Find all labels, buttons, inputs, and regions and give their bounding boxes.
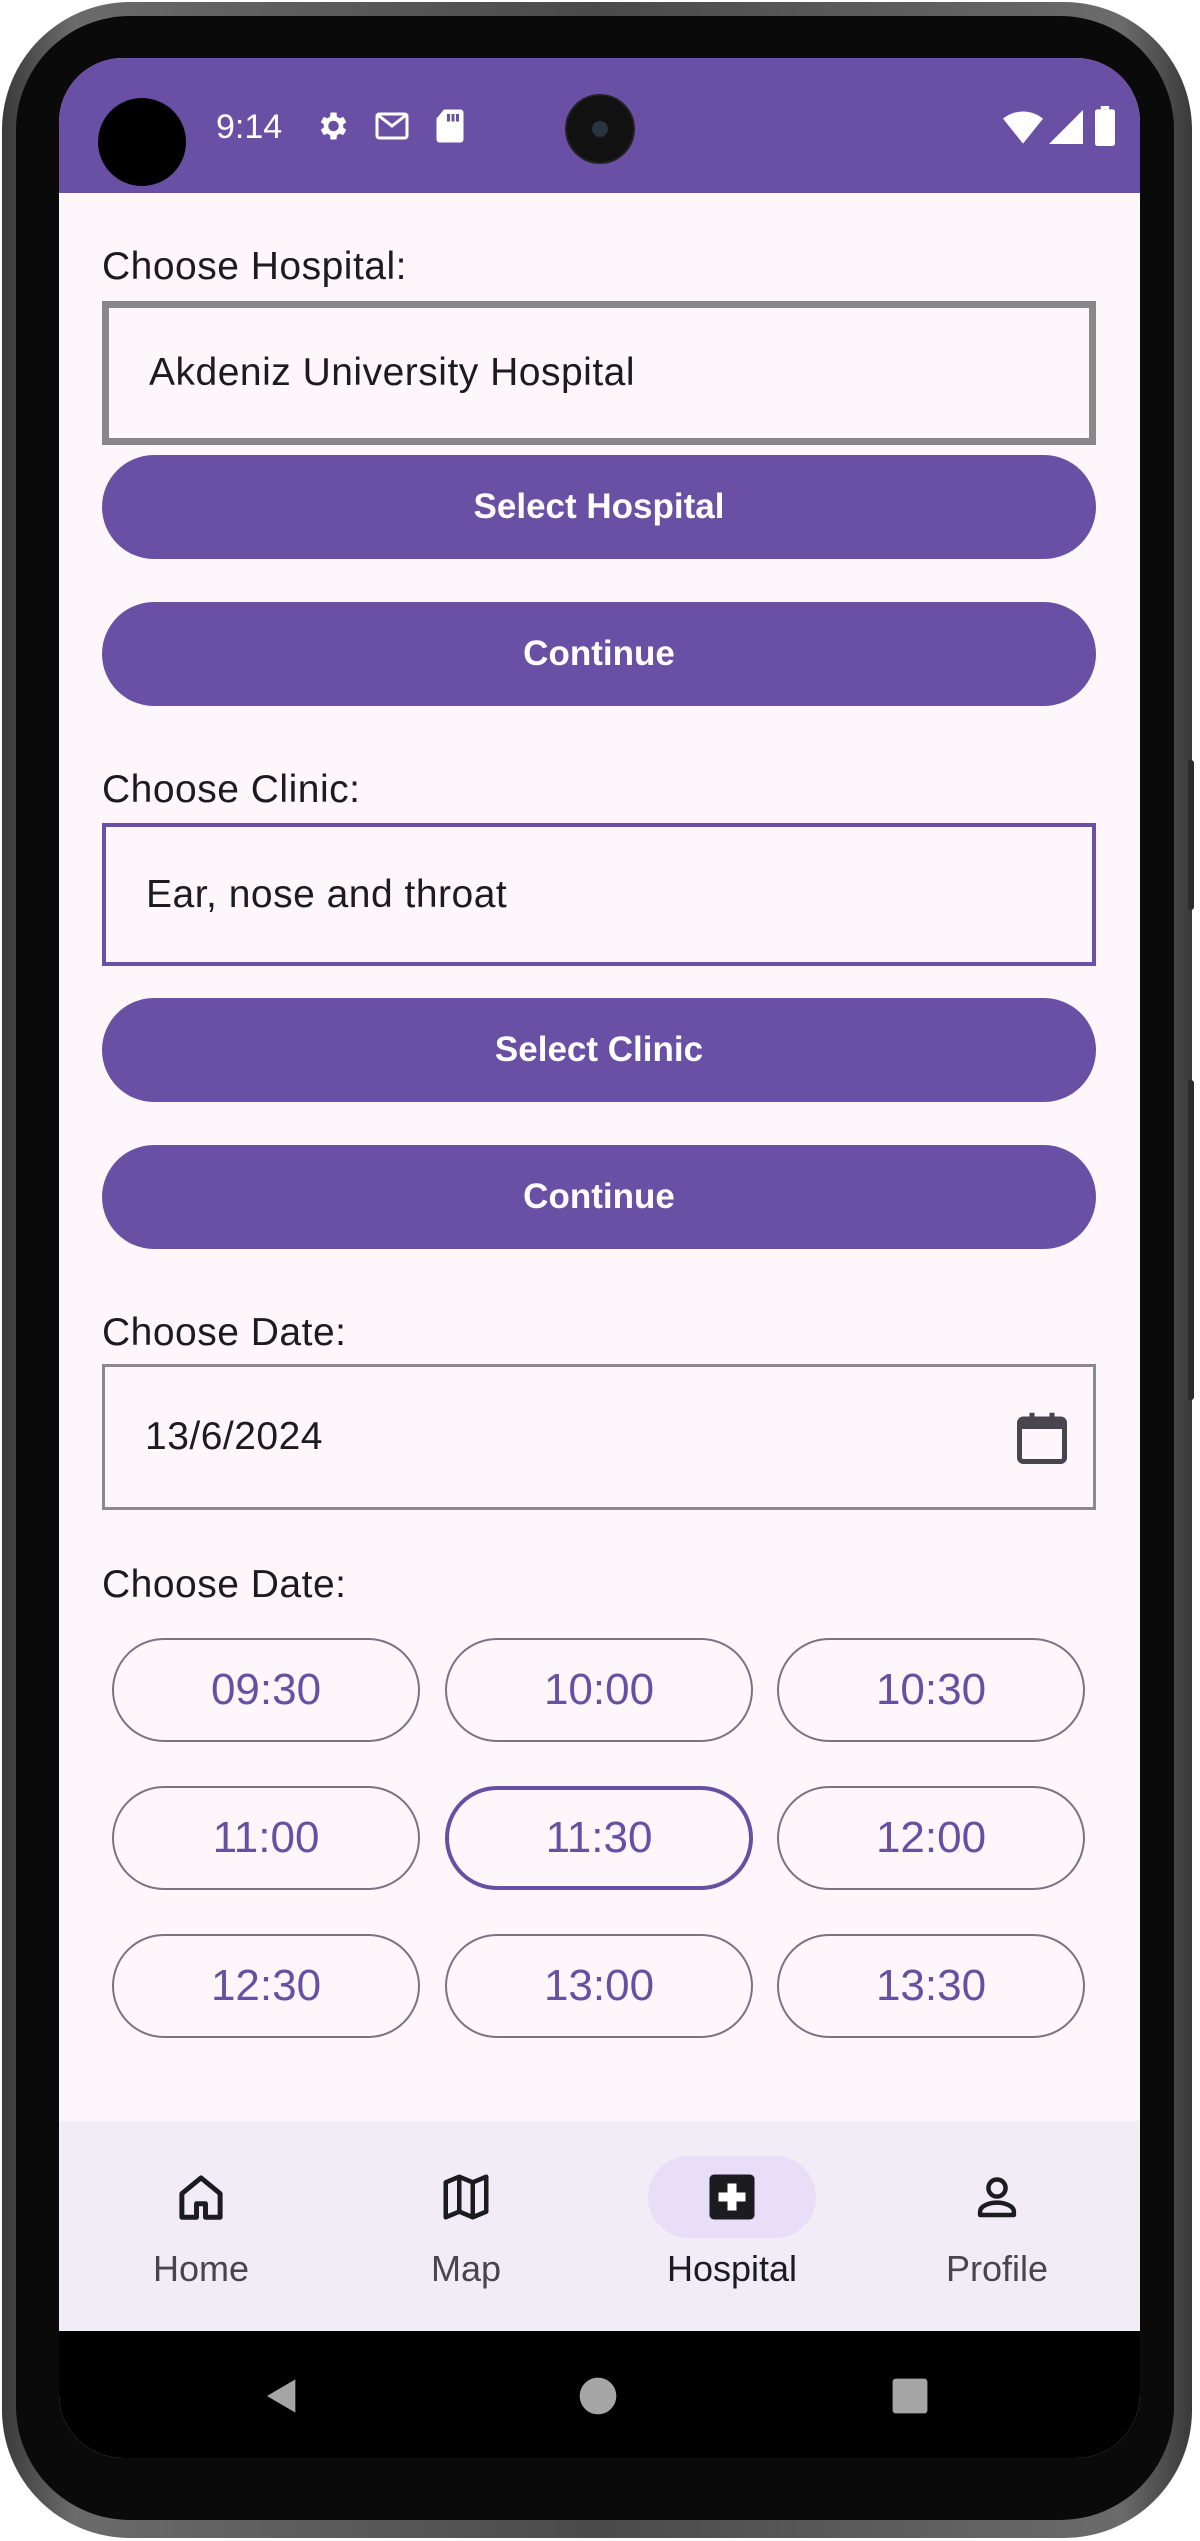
time-slot-1030[interactable]: 10:30 [777,1638,1085,1742]
wifi-icon [1003,111,1043,144]
nav-profile[interactable]: Profile [897,2156,1097,2306]
front-camera [565,94,635,164]
hospital-field[interactable]: Akdeniz University Hospital [102,301,1096,445]
nav-map-pill [382,2156,550,2238]
nav-hospital-label: Hospital [666,2248,798,2289]
nav-profile-pill [913,2156,1081,2238]
choose-time-label: Choose Date: [102,1563,347,1606]
nav-map-label: Map [430,2248,502,2289]
app-screen: 9:14 Choose Hospital: Akdeniz University… [59,58,1140,2458]
select-clinic-button[interactable]: Select Clinic [102,998,1096,1102]
system-navigation-bar [59,2331,1140,2458]
time-slot-1330[interactable]: 13:30 [777,1934,1085,2038]
hospital-continue-button[interactable]: Continue [102,602,1096,706]
select-hospital-button[interactable]: Select Hospital [102,455,1096,559]
clinic-field[interactable]: Ear, nose and throat [102,823,1096,966]
time-slot-1300[interactable]: 13:00 [445,1934,753,2038]
nav-map[interactable]: Map [366,2156,566,2306]
status-avatar [98,98,186,186]
time-slot-1230[interactable]: 12:30 [112,1934,420,2038]
battery-icon [1095,106,1115,146]
time-slot-1200[interactable]: 12:00 [777,1786,1085,1890]
nav-home-label: Home [152,2248,250,2289]
map-icon [443,2174,489,2220]
calendar-icon[interactable] [1012,1407,1072,1471]
power-button [1188,1080,1194,1400]
profile-icon [977,2177,1017,2218]
home-circle-icon[interactable] [578,2376,618,2416]
volume-button [1188,760,1194,910]
nav-home-pill [117,2156,285,2238]
back-icon[interactable] [262,2374,302,2418]
hospital-icon [709,2174,755,2220]
bottom-navigation: Home Map Hospital Profile [59,2121,1140,2331]
sd-card-icon [436,109,464,143]
time-slot-1130-selected[interactable]: 11:30 [445,1786,753,1890]
time-slot-1000[interactable]: 10:00 [445,1638,753,1742]
time-slot-1100[interactable]: 11:00 [112,1786,420,1890]
clinic-continue-button[interactable]: Continue [102,1145,1096,1249]
choose-clinic-label: Choose Clinic: [102,768,361,811]
date-field-value: 13/6/2024 [145,1415,324,1458]
recents-icon[interactable] [891,2377,929,2415]
signal-icon [1049,110,1083,144]
choose-date-label: Choose Date: [102,1311,347,1354]
time-slot-0930[interactable]: 09:30 [112,1638,420,1742]
date-field[interactable]: 13/6/2024 [102,1364,1096,1510]
nav-profile-label: Profile [945,2248,1049,2289]
gmail-icon [375,112,409,140]
choose-hospital-label: Choose Hospital: [102,245,407,288]
gear-icon [320,112,347,140]
nav-hospital[interactable]: Hospital [632,2156,832,2306]
hospital-field-value: Akdeniz University Hospital [149,351,636,394]
status-bar: 9:14 [59,58,1140,193]
nav-hospital-pill [648,2156,816,2238]
nav-home[interactable]: Home [101,2156,301,2306]
status-time: 9:14 [216,108,283,146]
clinic-field-value: Ear, nose and throat [146,872,508,916]
home-icon [179,2175,223,2220]
